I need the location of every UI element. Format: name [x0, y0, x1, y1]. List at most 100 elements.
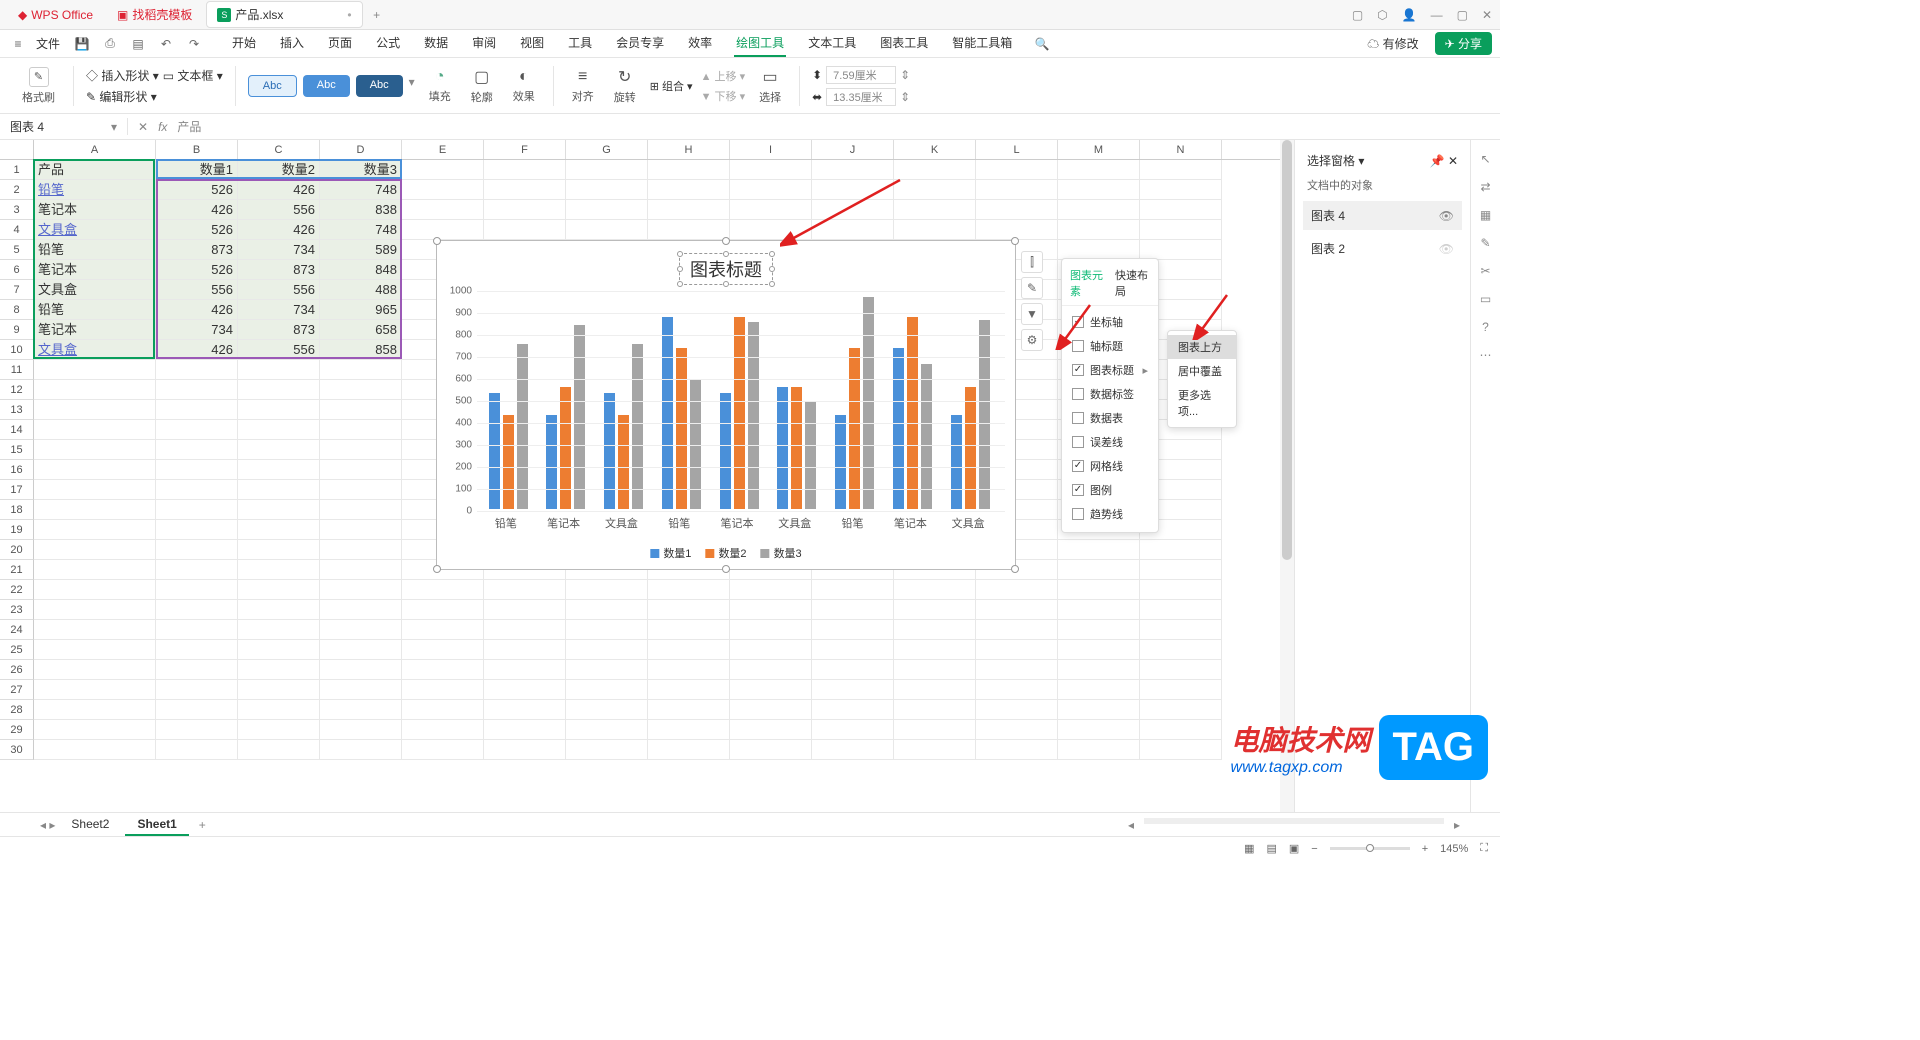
close-panel-icon[interactable]: ✕	[1448, 154, 1458, 168]
menu-tab-1[interactable]: 插入	[278, 30, 306, 57]
cell[interactable]	[730, 600, 812, 620]
cell[interactable]: 748	[320, 180, 402, 200]
cell[interactable]	[320, 360, 402, 380]
cell[interactable]	[402, 600, 484, 620]
minimize-button[interactable]: —	[1431, 8, 1443, 22]
zoom-out-button[interactable]: −	[1311, 843, 1317, 855]
side-icon-5[interactable]: ▭	[1480, 292, 1491, 306]
zoom-slider[interactable]	[1330, 847, 1410, 850]
abc-style-3[interactable]: Abc	[356, 75, 403, 97]
cell[interactable]	[566, 180, 648, 200]
cell[interactable]	[320, 620, 402, 640]
cell[interactable]	[566, 160, 648, 180]
chart-title[interactable]: 图表标题	[679, 253, 773, 285]
cell[interactable]	[156, 400, 238, 420]
file-menu[interactable]: 文件	[30, 35, 66, 52]
cell[interactable]	[156, 440, 238, 460]
cancel-fx-icon[interactable]: ✕	[138, 120, 148, 134]
cell[interactable]	[34, 560, 156, 580]
cell[interactable]	[402, 580, 484, 600]
cell[interactable]	[156, 700, 238, 720]
cell[interactable]: 426	[156, 200, 238, 220]
cell[interactable]	[1058, 200, 1140, 220]
cell[interactable]	[238, 400, 320, 420]
cell[interactable]	[1140, 540, 1222, 560]
cell[interactable]: 589	[320, 240, 402, 260]
cell[interactable]	[34, 720, 156, 740]
row-header[interactable]: 17	[0, 480, 34, 500]
cell[interactable]	[566, 720, 648, 740]
cell[interactable]	[484, 700, 566, 720]
save-icon[interactable]: 💾	[72, 34, 92, 54]
cell[interactable]	[320, 440, 402, 460]
cell[interactable]	[484, 160, 566, 180]
chart-elements-button[interactable]: ⫿	[1021, 251, 1043, 273]
cell[interactable]	[894, 200, 976, 220]
cell[interactable]	[976, 680, 1058, 700]
cell[interactable]	[238, 560, 320, 580]
cell[interactable]	[1058, 720, 1140, 740]
cell[interactable]	[238, 480, 320, 500]
cell[interactable]	[34, 660, 156, 680]
cell[interactable]: 铅笔	[34, 240, 156, 260]
cell[interactable]	[34, 500, 156, 520]
cell[interactable]	[894, 620, 976, 640]
cell[interactable]	[894, 640, 976, 660]
panel-item-chart4[interactable]: 图表 4👁	[1303, 201, 1462, 230]
cell[interactable]	[1140, 620, 1222, 640]
cell[interactable]	[894, 660, 976, 680]
cell[interactable]	[484, 220, 566, 240]
cell[interactable]	[402, 220, 484, 240]
cell[interactable]	[402, 640, 484, 660]
row-header[interactable]: 23	[0, 600, 34, 620]
menu-tab-6[interactable]: 视图	[518, 30, 546, 57]
cell[interactable]	[156, 500, 238, 520]
cell[interactable]	[730, 640, 812, 660]
cell[interactable]	[730, 680, 812, 700]
cell[interactable]	[34, 360, 156, 380]
cell[interactable]	[238, 380, 320, 400]
menu-tab-9[interactable]: 效率	[686, 30, 714, 57]
menu-tab-2[interactable]: 页面	[326, 30, 354, 57]
cell[interactable]	[976, 160, 1058, 180]
cell[interactable]	[320, 500, 402, 520]
cell[interactable]	[402, 200, 484, 220]
side-icon-2[interactable]: ▦	[1480, 208, 1491, 222]
cell[interactable]	[1140, 700, 1222, 720]
select-all-corner[interactable]	[0, 140, 34, 159]
cell[interactable]	[1058, 180, 1140, 200]
cell[interactable]	[320, 480, 402, 500]
cell[interactable]	[320, 740, 402, 760]
insert-shape[interactable]: ◇ 插入形状 ▾	[86, 67, 159, 84]
col-header[interactable]: E	[402, 140, 484, 159]
popup-item[interactable]: 轴标题	[1062, 334, 1158, 358]
tab-quick-layout[interactable]: 快速布局	[1115, 267, 1150, 299]
group-button[interactable]: ⊞ 组合 ▾	[650, 78, 693, 94]
close-button[interactable]: ✕	[1482, 8, 1492, 22]
cell[interactable]	[34, 380, 156, 400]
cell[interactable]: 产品	[34, 160, 156, 180]
cell[interactable]	[566, 660, 648, 680]
cell[interactable]	[976, 740, 1058, 760]
cell[interactable]	[238, 420, 320, 440]
popup-item[interactable]: 坐标轴	[1062, 310, 1158, 334]
cell[interactable]: 426	[156, 340, 238, 360]
row-header[interactable]: 5	[0, 240, 34, 260]
cell[interactable]	[484, 680, 566, 700]
tab-file[interactable]: S 产品.xlsx •	[206, 1, 362, 28]
row-header[interactable]: 25	[0, 640, 34, 660]
cell[interactable]	[238, 500, 320, 520]
cell[interactable]	[894, 180, 976, 200]
cell[interactable]: 488	[320, 280, 402, 300]
cell[interactable]	[34, 480, 156, 500]
cell[interactable]	[1058, 640, 1140, 660]
cell[interactable]: 426	[156, 300, 238, 320]
row-header[interactable]: 9	[0, 320, 34, 340]
col-header[interactable]: K	[894, 140, 976, 159]
cell[interactable]	[34, 540, 156, 560]
row-header[interactable]: 30	[0, 740, 34, 760]
cell[interactable]	[320, 720, 402, 740]
cell[interactable]	[320, 560, 402, 580]
tab-template[interactable]: ▣找稻壳模板	[107, 2, 202, 27]
cell[interactable]: 文具盒	[34, 280, 156, 300]
